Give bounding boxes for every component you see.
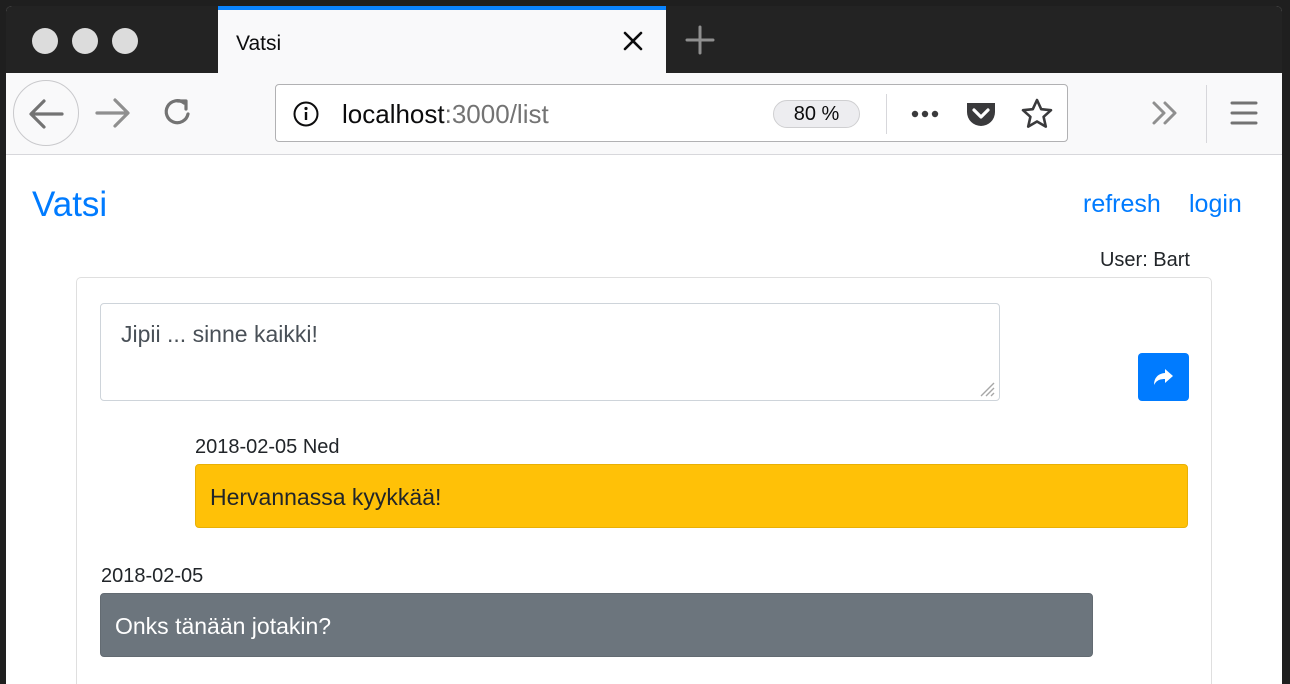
tab-title: Vatsi [236,32,282,55]
tab-strip: Vatsi [6,6,1282,73]
back-button[interactable] [13,80,79,146]
arrow-right-icon [95,98,130,128]
window-close-dot[interactable] [32,28,58,54]
reload-icon [164,99,190,125]
arrow-left-icon [29,99,64,129]
star-icon[interactable] [1020,97,1054,131]
brand-link[interactable]: Vatsi [32,185,107,225]
tab-active[interactable]: Vatsi [218,6,666,73]
login-link[interactable]: login [1189,190,1242,219]
forward-button[interactable] [92,92,134,134]
window-minimize-dot[interactable] [72,28,98,54]
message-bubble: Hervannassa kyykkää! [195,464,1188,528]
refresh-link[interactable]: refresh [1083,190,1161,219]
navigation-toolbar: localhost:3000/list 80 % [6,73,1282,155]
toolbar-divider [1206,85,1207,143]
more-horizontal-icon[interactable] [908,97,942,131]
url-text[interactable]: localhost:3000/list [342,99,549,130]
current-user-label: User: Bart [1099,249,1190,271]
reload-button[interactable] [156,92,198,134]
url-bar[interactable]: localhost:3000/list 80 % [275,84,1068,142]
url-path: :3000/list [444,99,549,129]
hamburger-menu-icon[interactable] [1228,94,1260,132]
plus-icon[interactable] [682,22,718,58]
window-zoom-dot[interactable] [112,28,138,54]
chat-card: Jipii ... sinne kaikki! 2018-02-05 Ned H… [76,277,1212,684]
message-meta: 2018-02-05 Ned [195,436,340,458]
info-icon[interactable] [292,100,320,128]
url-host: localhost [342,99,445,129]
close-icon[interactable] [618,26,648,56]
double-chevron-right-icon[interactable] [1146,94,1184,132]
zoom-badge[interactable]: 80 % [773,100,860,128]
message-input[interactable]: Jipii ... sinne kaikki! [100,303,1000,401]
message-meta: 2018-02-05 [101,565,204,587]
pocket-icon[interactable] [964,97,998,131]
page-content: Vatsi refresh login User: Bart Jipii ...… [6,155,1282,684]
url-bar-divider [886,94,887,134]
message-bubble: Onks tänään jotakin? [100,593,1093,657]
send-button[interactable] [1138,353,1189,401]
browser-window: Vatsi localhost:3000/list 80 % Vatsi ref… [6,6,1282,684]
share-arrow-icon [1154,369,1173,385]
